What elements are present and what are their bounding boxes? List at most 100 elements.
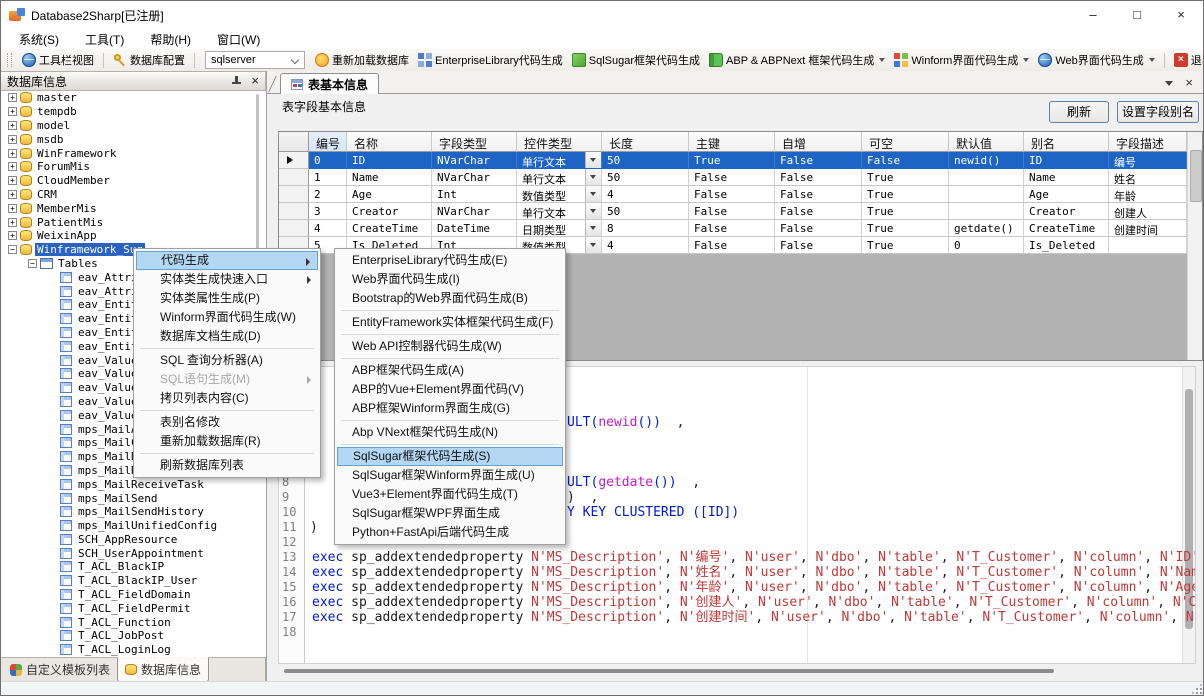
- tree-item[interactable]: +tempdb: [2, 105, 264, 119]
- submenu-item[interactable]: ABP框架代码生成(A): [337, 361, 563, 380]
- toolbar-winform-button[interactable]: Winform界面代码生成: [891, 50, 1032, 70]
- grid-cell[interactable]: DateTime: [432, 220, 517, 237]
- submenu-item[interactable]: Python+FastApi后端代码生成: [337, 523, 563, 542]
- submenu-item[interactable]: Bootstrap的Web界面代码生成(B): [337, 289, 563, 308]
- grid-cell[interactable]: True: [862, 186, 949, 203]
- grid-column-header[interactable]: 默认值: [949, 132, 1024, 152]
- grid-cell[interactable]: False: [689, 220, 775, 237]
- tree-item[interactable]: +MemberMis: [2, 201, 264, 215]
- tree-expand-icon[interactable]: +: [8, 107, 17, 116]
- context-menu-item[interactable]: 数据库文档生成(D): [136, 327, 318, 346]
- tree-item[interactable]: +PatientMis: [2, 215, 264, 229]
- tree-item[interactable]: T_ACL_FieldPermit: [2, 601, 264, 615]
- tree-expand-icon[interactable]: +: [8, 190, 17, 199]
- grid-cell[interactable]: Age: [1024, 186, 1109, 203]
- grid-cell[interactable]: NVarChar: [432, 169, 517, 186]
- toolbar-reload-button[interactable]: 重新加载数据库: [312, 50, 412, 70]
- grid-cell[interactable]: True: [862, 169, 949, 186]
- maximize-button[interactable]: □: [1115, 1, 1159, 29]
- grid-cell[interactable]: 日期类型: [517, 220, 602, 237]
- toolbar-web-button[interactable]: Web界面代码生成: [1035, 50, 1157, 70]
- set-field-alias-button[interactable]: 设置字段别名: [1117, 101, 1199, 123]
- context-menu-item[interactable]: 代码生成: [136, 251, 318, 270]
- tree-expand-icon[interactable]: −: [28, 259, 37, 268]
- context-menu-item[interactable]: 表别名修改: [136, 413, 318, 432]
- tree-item[interactable]: +WinFramework: [2, 146, 264, 160]
- context-menu-item[interactable]: 实体类属性生成(P): [136, 289, 318, 308]
- grid-cell[interactable]: True: [862, 203, 949, 220]
- submenu-item[interactable]: Web API控制器代码生成(W): [337, 337, 563, 356]
- grid-row-header[interactable]: [279, 220, 309, 237]
- submenu-item[interactable]: EntityFramework实体框架代码生成(F): [337, 313, 563, 332]
- grid-column-header[interactable]: 字段描述: [1109, 132, 1187, 152]
- grid-cell[interactable]: 4: [602, 186, 689, 203]
- submenu-item[interactable]: SqlSugar框架Winform界面生成(U): [337, 466, 563, 485]
- grid-cell[interactable]: 创建时间: [1109, 220, 1187, 237]
- context-menu-item[interactable]: Winform界面代码生成(W): [136, 308, 318, 327]
- tree-expand-icon[interactable]: +: [8, 135, 17, 144]
- grid-cell[interactable]: 4: [602, 237, 689, 254]
- grid-column-header[interactable]: 长度: [602, 132, 689, 152]
- grid-cell[interactable]: False: [862, 152, 949, 169]
- tree-expand-icon[interactable]: +: [8, 176, 17, 185]
- pin-icon[interactable]: [232, 76, 241, 87]
- grid-cell[interactable]: [949, 169, 1024, 186]
- grid-column-header[interactable]: 名称: [347, 132, 432, 152]
- grid-cell[interactable]: newid(): [949, 152, 1024, 169]
- grid-cell[interactable]: [949, 186, 1024, 203]
- tree-expand-icon[interactable]: +: [8, 93, 17, 102]
- grid-cell[interactable]: 4: [309, 220, 347, 237]
- grid-cell[interactable]: 50: [602, 169, 689, 186]
- grid-cell[interactable]: False: [775, 169, 862, 186]
- grid-cell[interactable]: False: [775, 203, 862, 220]
- grid-cell[interactable]: 创建人: [1109, 203, 1187, 220]
- grid-cell[interactable]: True: [862, 237, 949, 254]
- context-menu-item[interactable]: 刷新数据库列表: [136, 456, 318, 475]
- tree-item[interactable]: T_ACL_BlackIP: [2, 560, 264, 574]
- grid-column-header[interactable]: 可空: [862, 132, 949, 152]
- grid-column-header[interactable]: 字段类型: [432, 132, 517, 152]
- menubar-item-3[interactable]: 窗口(W): [213, 29, 264, 50]
- toolbar-dbconfig-button[interactable]: 数据库配置: [110, 50, 188, 70]
- grid-cell[interactable]: False: [775, 186, 862, 203]
- grid-cell[interactable]: CreateTime: [1024, 220, 1109, 237]
- submenu-item[interactable]: ABP的Vue+Element界面代码(V): [337, 380, 563, 399]
- bottom-tab-0[interactable]: 自定义模板列表: [3, 658, 117, 681]
- grid-cell[interactable]: ID: [347, 152, 432, 169]
- tree-item[interactable]: +ForumMis: [2, 160, 264, 174]
- dropdown-arrow-icon[interactable]: [1149, 58, 1155, 62]
- context-menu-item[interactable]: 实体类生成快速入口: [136, 270, 318, 289]
- submenu-item[interactable]: ABP框架Winform界面生成(G): [337, 399, 563, 418]
- tree-item[interactable]: +msdb: [2, 132, 264, 146]
- resize-grip[interactable]: [1191, 683, 1203, 695]
- grid-cell[interactable]: 数值类型: [517, 186, 602, 203]
- grid-cell[interactable]: 编号: [1109, 152, 1187, 169]
- grid-cell[interactable]: 3: [309, 203, 347, 220]
- tree-expand-icon[interactable]: +: [8, 204, 17, 213]
- context-menu-item[interactable]: SQL 查询分析器(A): [136, 351, 318, 370]
- tab-table-basic-info[interactable]: 表基本信息: [280, 73, 379, 94]
- grid-cell[interactable]: 8: [602, 220, 689, 237]
- tree-item[interactable]: +model: [2, 119, 264, 133]
- grid-cell[interactable]: ID: [1024, 152, 1109, 169]
- tab-close-icon[interactable]: ×: [1185, 78, 1193, 88]
- cell-dropdown-button[interactable]: [585, 220, 601, 236]
- context-menu-item[interactable]: 重新加载数据库(R): [136, 432, 318, 451]
- grid-cell[interactable]: 年龄: [1109, 186, 1187, 203]
- grid-cell[interactable]: 0: [949, 237, 1024, 254]
- grid-cell[interactable]: True: [862, 220, 949, 237]
- grid-cell[interactable]: False: [689, 203, 775, 220]
- grid-cell[interactable]: 姓名: [1109, 169, 1187, 186]
- tree-expand-icon[interactable]: +: [8, 218, 17, 227]
- grid-column-header[interactable]: 控件类型: [517, 132, 602, 152]
- grid-cell[interactable]: CreateTime: [347, 220, 432, 237]
- grid-row-header[interactable]: [279, 203, 309, 220]
- tree-item[interactable]: +WeixinApp: [2, 229, 264, 243]
- grid-cell[interactable]: 单行文本: [517, 152, 602, 169]
- tree-expand-icon[interactable]: +: [8, 231, 17, 240]
- grid-cell[interactable]: False: [775, 220, 862, 237]
- toolbar-grip[interactable]: [7, 53, 12, 67]
- tree-item[interactable]: mps_MailSendHistory: [2, 505, 264, 519]
- toolbar-abp-button[interactable]: ABP & ABPNext 框架代码生成: [706, 50, 888, 70]
- tree-item[interactable]: T_ACL_FieldDomain: [2, 588, 264, 602]
